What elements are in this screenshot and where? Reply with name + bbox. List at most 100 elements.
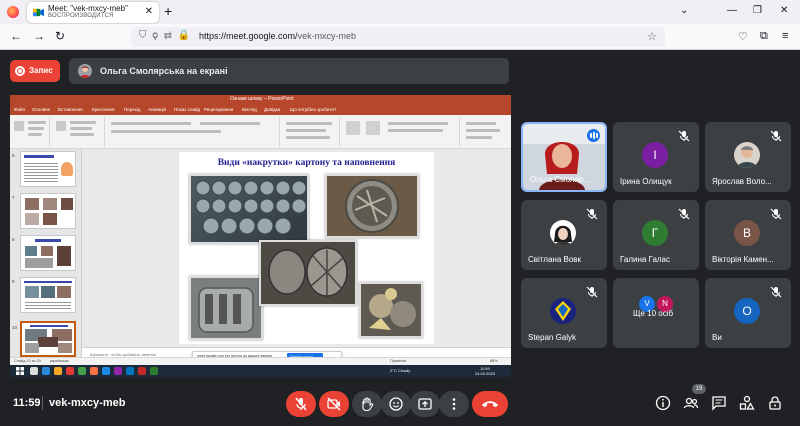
mic-off-icon xyxy=(770,208,782,220)
tab-meet[interactable]: Meet: "vek-mxcy-meb" ВОСПРОИЗВОДИТСЯ ✕ xyxy=(27,2,159,23)
participant-tile[interactable]: Stepan Galyk xyxy=(521,278,607,348)
record-icon xyxy=(15,66,25,76)
leave-call-button[interactable] xyxy=(472,391,508,417)
ppt-menu-item: Показ слайд xyxy=(174,107,201,112)
camera-toggle-button[interactable] xyxy=(319,391,349,417)
participant-name: Ще 10 осіб xyxy=(633,309,674,318)
search-icon[interactable] xyxy=(30,367,38,375)
participant-tile-group[interactable]: V N Ще 10 осіб xyxy=(613,278,699,348)
record-label: Запис xyxy=(29,66,53,75)
ppt-menu-item: Креслення xyxy=(92,107,115,112)
participant-name: Галина Галас xyxy=(620,255,671,264)
ppt-menu: Файл Основне Вставлення Креслення Перехі… xyxy=(10,106,511,115)
taskbar-weather[interactable]: 2°C Cloudy xyxy=(390,368,410,373)
ppt-menu-item: Що потрібно зробити? xyxy=(290,107,337,112)
slide-photo xyxy=(359,282,423,338)
info-icon[interactable] xyxy=(655,395,671,411)
viber-icon[interactable] xyxy=(114,367,122,375)
host-controls-icon[interactable] xyxy=(767,395,783,411)
thumb-number: 7 xyxy=(12,195,15,200)
slide-photo xyxy=(189,174,309,244)
participant-tile[interactable]: Г Галина Галас xyxy=(613,200,699,270)
participant-avatar xyxy=(550,298,576,324)
ppt-window-title: Ознаки шлаку – PowerPoint xyxy=(230,96,294,102)
participant-tile[interactable]: І Ірина Олищук xyxy=(613,122,699,192)
status-notes[interactable]: Примітки xyxy=(390,359,406,363)
nav-bar: ← → ↻ ⛉⚲⇄🔒 https://meet.google.com/vek-m… xyxy=(0,24,800,50)
url-text[interactable]: https://meet.google.com/vek-mxcy-meb xyxy=(199,31,356,41)
ppt-title-bar: Ознаки шлаку – PowerPoint xyxy=(10,95,511,106)
app-icon[interactable] xyxy=(66,367,74,375)
windows-start-icon[interactable] xyxy=(16,367,24,375)
participant-tile[interactable]: Ольга Смоляр... xyxy=(521,122,607,192)
shield-icon[interactable]: ⛉⚲⇄🔒 xyxy=(139,30,196,41)
presenting-chip[interactable]: Ольга Смолярська на екрані xyxy=(69,58,509,84)
ribbon-group xyxy=(280,117,340,147)
slide-canvas: Види «накрутки» картону та наповнення xyxy=(82,149,511,347)
word-icon[interactable] xyxy=(102,367,110,375)
slide-thumbnail[interactable] xyxy=(20,151,76,187)
ppt-menu-item: Вставлення xyxy=(58,107,83,112)
participant-tile[interactable]: Ярослав Воло... xyxy=(705,122,791,192)
mic-toggle-button[interactable] xyxy=(286,391,316,417)
explorer-icon[interactable] xyxy=(54,367,62,375)
slide-thumbnail[interactable] xyxy=(20,235,76,271)
back-icon[interactable]: ← xyxy=(10,29,22,43)
participant-avatar xyxy=(550,220,576,246)
present-icon xyxy=(418,398,432,410)
emoji-icon xyxy=(389,397,403,411)
reactions-button[interactable] xyxy=(381,391,411,417)
close-icon[interactable]: ✕ xyxy=(145,6,153,18)
slide-photo xyxy=(189,276,263,340)
camera-off-icon xyxy=(327,397,341,411)
participant-count-badge: 19 xyxy=(692,384,706,394)
activities-icon[interactable] xyxy=(739,395,755,411)
participant-tile[interactable]: В Вікторія Камен... xyxy=(705,200,791,270)
slide-thumbnail-active[interactable] xyxy=(20,321,76,357)
maximize-icon[interactable]: ❐ xyxy=(753,5,762,16)
firefox-icon[interactable] xyxy=(7,6,19,18)
meet-top-bar: Запис Ольга Смолярська на екрані xyxy=(0,56,800,86)
forward-icon[interactable]: → xyxy=(33,29,45,43)
status-slide-count: Слайд 10 из 20 xyxy=(14,359,41,363)
participant-tile[interactable]: Світлана Вовк xyxy=(521,200,607,270)
chat-icon[interactable] xyxy=(711,395,727,411)
meet-favicon xyxy=(33,8,44,17)
firefox-taskbar-icon[interactable] xyxy=(90,367,98,375)
window-close-icon[interactable]: ✕ xyxy=(780,5,788,16)
status-zoom[interactable]: 88% xyxy=(490,359,498,363)
mic-off-icon xyxy=(770,286,782,298)
mic-off-icon xyxy=(770,130,782,142)
people-icon[interactable] xyxy=(683,395,699,411)
tab-title: Meet: "vek-mxcy-meb" xyxy=(48,4,128,13)
present-button[interactable] xyxy=(410,391,440,417)
meeting-clock: 11:59 xyxy=(13,397,41,409)
telegram-icon[interactable] xyxy=(126,367,134,375)
star-icon[interactable]: ☆ xyxy=(647,30,657,43)
hand-icon xyxy=(362,397,374,412)
participant-avatar: І xyxy=(642,142,668,168)
participant-tile-self[interactable]: O Ви xyxy=(705,278,791,348)
raise-hand-button[interactable] xyxy=(352,391,382,417)
participant-avatar: O xyxy=(734,298,760,324)
slide-thumbnail[interactable] xyxy=(20,193,76,229)
ppt-menu-item: Анімація xyxy=(148,107,167,112)
chrome-icon[interactable] xyxy=(78,367,86,375)
powerpoint-icon[interactable] xyxy=(138,367,146,375)
minimize-icon[interactable]: — xyxy=(727,5,737,16)
record-button[interactable]: Запис xyxy=(10,60,60,82)
url-bar[interactable]: ⛉⚲⇄🔒 https://meet.google.com/vek-mxcy-me… xyxy=(131,27,665,47)
plus-icon[interactable]: + xyxy=(164,4,172,18)
pocket-icon[interactable]: ♡ xyxy=(738,30,748,43)
reload-icon[interactable]: ↻ xyxy=(55,29,65,43)
edge-icon[interactable] xyxy=(42,367,50,375)
slide-thumbnail[interactable] xyxy=(20,277,76,313)
menu-icon[interactable]: ≡ xyxy=(782,30,788,42)
chevron-down-icon[interactable]: ⌄ xyxy=(680,5,688,16)
app-icon[interactable] xyxy=(150,367,158,375)
extensions-icon[interactable]: ⧉ xyxy=(760,30,768,43)
participant-name: Ви xyxy=(712,333,722,342)
participant-avatar: В xyxy=(734,220,760,246)
more-options-button[interactable] xyxy=(439,391,469,417)
thumb-number: 10 xyxy=(12,325,18,330)
